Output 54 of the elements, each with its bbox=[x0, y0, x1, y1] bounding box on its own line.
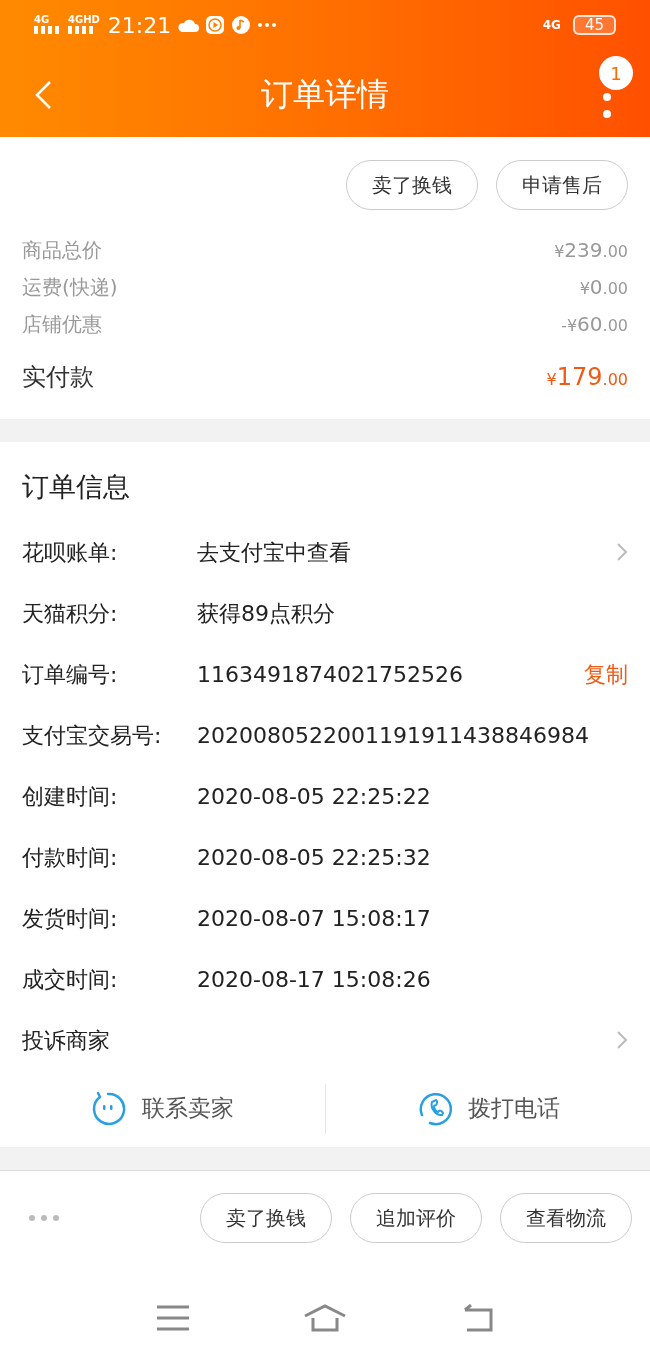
info-label: 支付宝交易号: bbox=[22, 721, 163, 750]
more-vertical-icon[interactable] bbox=[602, 92, 612, 120]
action-button[interactable]: 卖了换钱 bbox=[200, 1192, 332, 1243]
info-value: 2020-08-05 22:25:32 bbox=[197, 843, 432, 872]
info-value: 2020-08-17 15:08:26 bbox=[197, 965, 432, 994]
more-dots-icon[interactable] bbox=[28, 1213, 60, 1222]
signal-icon bbox=[34, 25, 62, 35]
info-label: 创建时间: bbox=[22, 782, 119, 811]
info-value: 获得89点积分 bbox=[197, 599, 336, 628]
price-text: ¥179.00 bbox=[546, 362, 628, 393]
clock-time: 21:21 bbox=[107, 11, 172, 40]
menu-icon[interactable] bbox=[157, 1305, 189, 1332]
contact-button[interactable]: 联系卖家 bbox=[90, 1090, 235, 1127]
price-text: -¥60.00 bbox=[561, 310, 628, 338]
smiley-chat-icon bbox=[90, 1090, 127, 1127]
action-button[interactable]: 追加评价 bbox=[350, 1192, 482, 1243]
action-button[interactable]: 查看物流 bbox=[500, 1192, 632, 1243]
network-label: 4G bbox=[34, 15, 50, 25]
price-text: ¥0.00 bbox=[579, 273, 628, 301]
info-label: 付款时间: bbox=[22, 843, 119, 872]
signal-icon bbox=[68, 25, 96, 35]
price-text: ¥239.00 bbox=[554, 236, 628, 264]
network-label: 4G bbox=[542, 17, 561, 34]
info-value: 去支付宝中查看 bbox=[197, 538, 352, 567]
action-button[interactable]: 申请售后 bbox=[496, 160, 628, 210]
info-label: 订单编号: bbox=[22, 660, 119, 689]
price-label: 运费(快递) bbox=[22, 273, 118, 301]
info-value: 2020080522001191911438846984 bbox=[197, 721, 590, 750]
page-title: 订单详情 bbox=[261, 73, 389, 115]
price-label: 店铺优惠 bbox=[22, 310, 102, 338]
info-label: 投诉商家 bbox=[22, 1026, 111, 1055]
action-button[interactable]: 卖了换钱 bbox=[346, 160, 478, 210]
back-icon[interactable] bbox=[461, 1304, 493, 1333]
more-dots-icon bbox=[257, 22, 278, 28]
back-icon[interactable] bbox=[34, 80, 52, 110]
network-label: 4GHD bbox=[68, 15, 100, 25]
chevron-right-icon bbox=[616, 1030, 628, 1050]
price-label: 商品总价 bbox=[22, 236, 102, 264]
notification-badge: 1 bbox=[599, 56, 633, 90]
info-label: 发货时间: bbox=[22, 904, 119, 933]
info-value: 2020-08-07 15:08:17 bbox=[197, 904, 432, 933]
info-label: 花呗账单: bbox=[22, 538, 119, 567]
info-value: 1163491874021752526 bbox=[197, 660, 464, 689]
contact-button[interactable]: 拨打电话 bbox=[415, 1090, 560, 1127]
info-label: 成交时间: bbox=[22, 965, 119, 994]
info-label: 天猫积分: bbox=[22, 599, 119, 628]
music-icon bbox=[231, 15, 252, 35]
battery-indicator: 45 bbox=[572, 15, 616, 35]
section-title: 订单信息 bbox=[22, 471, 130, 502]
info-value: 2020-08-05 22:25:22 bbox=[197, 782, 432, 811]
chevron-right-icon bbox=[616, 542, 628, 562]
home-icon[interactable] bbox=[303, 1304, 347, 1333]
total-label: 实付款 bbox=[22, 362, 94, 393]
play-icon bbox=[205, 15, 226, 35]
